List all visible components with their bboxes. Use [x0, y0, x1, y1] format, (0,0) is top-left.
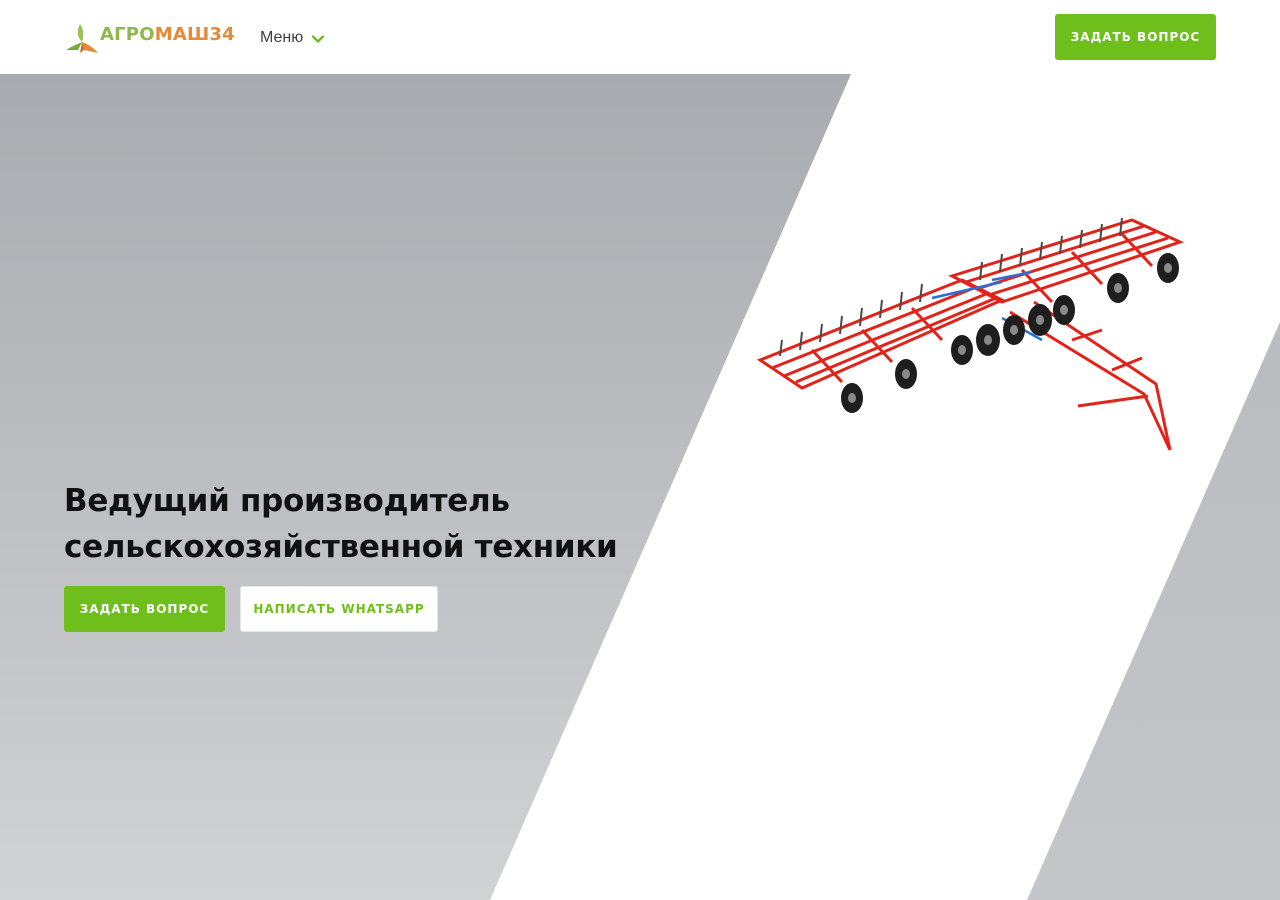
logo[interactable]: АГРОМАШ34	[62, 19, 238, 55]
whatsapp-button[interactable]: НАПИСАТЬ WHATSAPP	[240, 586, 438, 632]
leaf-logo-icon	[62, 20, 100, 54]
menu-label: Меню	[260, 29, 304, 46]
header-ask-question-button[interactable]: ЗАДАТЬ ВОПРОС	[1055, 14, 1216, 60]
cultivator-image	[756, 217, 1185, 451]
hero-ask-question-button[interactable]: ЗАДАТЬ ВОПРОС	[64, 586, 225, 632]
logo-text: АГРОМАШ34	[100, 23, 235, 45]
menu-toggle[interactable]: Меню	[260, 27, 325, 49]
hero-title: Ведущий производитель сельскохозяйственн…	[64, 483, 618, 565]
hero-section: Ведущий производитель сельскохозяйственн…	[0, 74, 1280, 900]
site-header: АГРОМАШ34 Меню ЗАДАТЬ ВОПРОС	[0, 0, 1280, 74]
chevron-down-icon	[311, 31, 325, 45]
